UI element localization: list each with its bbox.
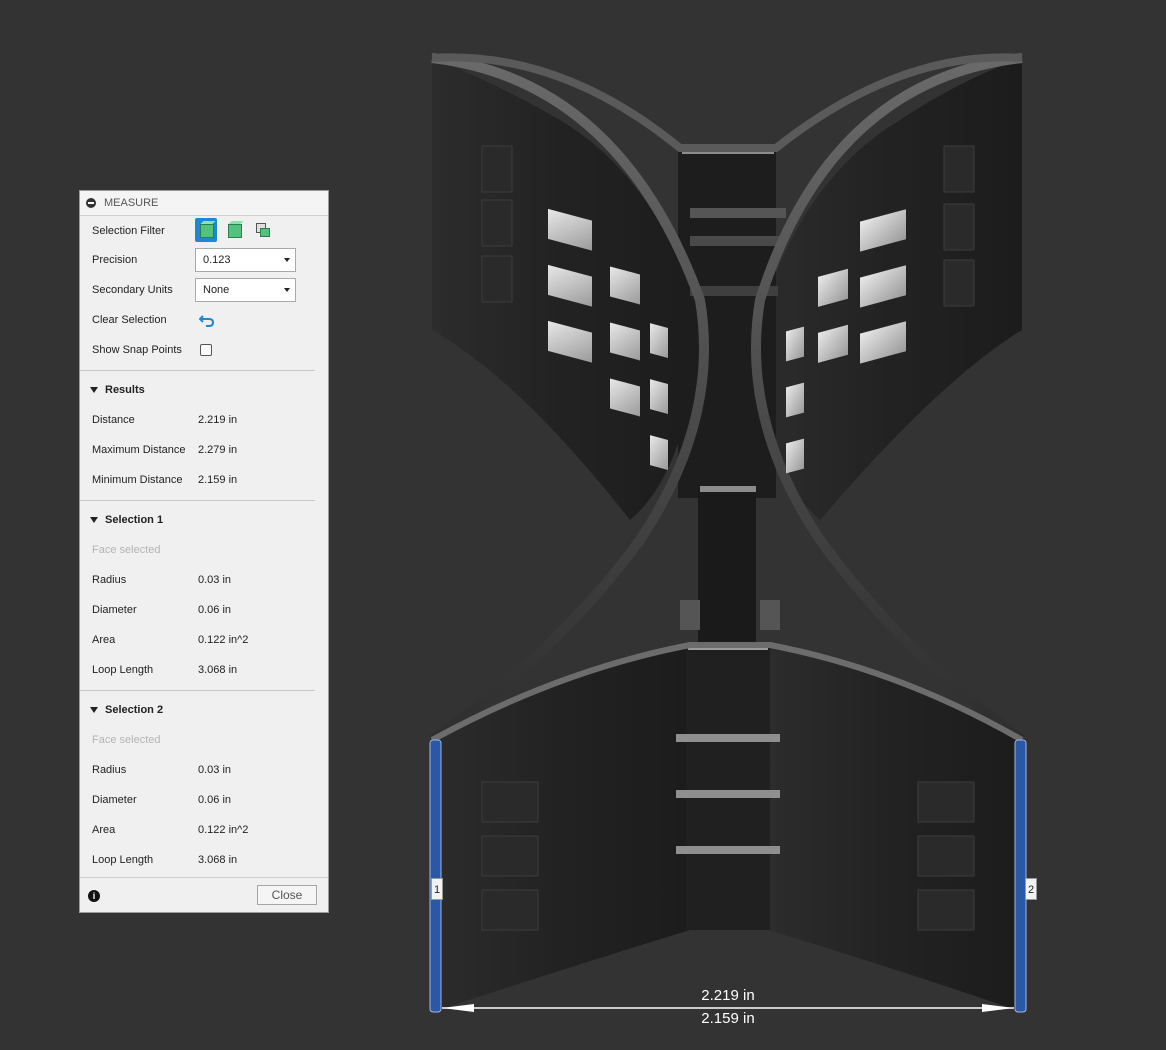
edge-filter-button[interactable] [251, 218, 273, 242]
chevron-down-icon [284, 258, 290, 262]
dimension-label-distance: 2.219 in [701, 987, 755, 1004]
selection2-row: Diameter 0.06 in [80, 785, 328, 815]
selection1-row: Radius 0.03 in [80, 565, 328, 595]
selection1-row: Area 0.122 in^2 [80, 625, 328, 655]
precision-label: Precision [92, 254, 138, 266]
selection1-hint: Face selected [92, 544, 161, 556]
diameter-label: Diameter [92, 794, 137, 806]
center-spine-mid [698, 488, 756, 648]
face-filter-button[interactable] [223, 218, 245, 242]
selection2-row: Loop Length 3.068 in [80, 845, 328, 875]
show-snap-points-label: Show Snap Points [92, 344, 182, 356]
distance-value: 2.219 in [198, 414, 238, 426]
minimum-distance-value: 2.159 in [198, 474, 238, 486]
loop-length-value: 3.068 in [198, 664, 238, 676]
center-spine-bottom [686, 645, 770, 930]
collapse-triangle-icon [90, 707, 98, 713]
dialog-title: MEASURE [104, 197, 159, 209]
selection-filter-label: Selection Filter [92, 225, 165, 237]
loop-length-label: Loop Length [92, 664, 154, 676]
lower-right-wing [768, 645, 1022, 1012]
divider [80, 370, 315, 371]
area-label: Area [92, 824, 116, 836]
result-row: Minimum Distance 2.159 in [80, 465, 328, 495]
maximum-distance-label: Maximum Distance [92, 444, 186, 456]
collapse-icon[interactable] [86, 198, 96, 208]
precision-value: 0.123 [203, 254, 231, 266]
selection2-row: Radius 0.03 in [80, 755, 328, 785]
selection1-section-header[interactable]: Selection 1 [80, 505, 328, 535]
results-title: Results [105, 384, 145, 396]
diameter-value: 0.06 in [198, 794, 232, 806]
body-filter-button[interactable] [195, 218, 217, 242]
dialog-header: MEASURE [80, 191, 328, 216]
result-row: Distance 2.219 in [80, 405, 328, 435]
result-row: Maximum Distance 2.279 in [80, 435, 328, 465]
collapse-triangle-icon [90, 387, 98, 393]
results-section-header[interactable]: Results [80, 375, 328, 405]
area-label: Area [92, 634, 116, 646]
show-snap-points-checkbox[interactable] [200, 344, 212, 356]
radius-label: Radius [92, 574, 127, 586]
secondary-units-value: None [203, 284, 230, 296]
loop-length-value: 3.068 in [198, 854, 238, 866]
selection1-row: Loop Length 3.068 in [80, 655, 328, 685]
clear-selection-row: Clear Selection [80, 305, 328, 335]
selection2-hint: Face selected [92, 734, 161, 746]
body-filter-icon [200, 224, 214, 238]
info-icon[interactable]: i [88, 890, 100, 902]
selection-marker-2: 2 [1025, 878, 1037, 900]
measure-dialog: MEASURE Selection Filter Precision 0.123… [79, 190, 329, 913]
diameter-value: 0.06 in [198, 604, 232, 616]
radius-label: Radius [92, 764, 127, 776]
undo-icon[interactable] [199, 313, 215, 327]
dialog-footer: i Close [80, 877, 328, 914]
selection2-section-header[interactable]: Selection 2 [80, 695, 328, 725]
radius-value: 0.03 in [198, 764, 232, 776]
loop-length-label: Loop Length [92, 854, 154, 866]
secondary-units-dropdown[interactable]: None [195, 278, 296, 302]
close-button[interactable]: Close [257, 885, 317, 905]
radius-value: 0.03 in [198, 574, 232, 586]
show-snap-points-row: Show Snap Points [80, 335, 328, 365]
distance-label: Distance [92, 414, 135, 426]
maximum-distance-value: 2.279 in [198, 444, 238, 456]
selection1-hint-row: Face selected [80, 535, 328, 565]
area-value: 0.122 in^2 [198, 634, 249, 646]
edge-filter-icon-part [260, 228, 270, 237]
selected-face-1 [429, 739, 442, 1013]
divider [80, 690, 315, 691]
lower-left-wing [432, 645, 690, 1012]
selected-face-2 [1014, 739, 1027, 1013]
diameter-label: Diameter [92, 604, 137, 616]
face-filter-icon [228, 224, 242, 238]
selection-marker-1: 1 [431, 878, 443, 900]
chevron-down-icon [284, 288, 290, 292]
clear-selection-label: Clear Selection [92, 314, 167, 326]
selection2-title: Selection 2 [105, 704, 164, 716]
collapse-triangle-icon [90, 517, 98, 523]
dimension-label-minimum: 2.159 in [701, 1010, 755, 1027]
secondary-units-label: Secondary Units [92, 284, 173, 296]
selection-filter-row: Selection Filter [80, 216, 328, 246]
minimum-distance-label: Minimum Distance [92, 474, 183, 486]
selection2-hint-row: Face selected [80, 725, 328, 755]
area-value: 0.122 in^2 [198, 824, 249, 836]
precision-dropdown[interactable]: 0.123 [195, 248, 296, 272]
precision-row: Precision 0.123 [80, 245, 328, 275]
divider [80, 500, 315, 501]
selection1-row: Diameter 0.06 in [80, 595, 328, 625]
selection2-row: Area 0.122 in^2 [80, 815, 328, 845]
secondary-units-row: Secondary Units None [80, 275, 328, 305]
selection1-title: Selection 1 [105, 514, 164, 526]
